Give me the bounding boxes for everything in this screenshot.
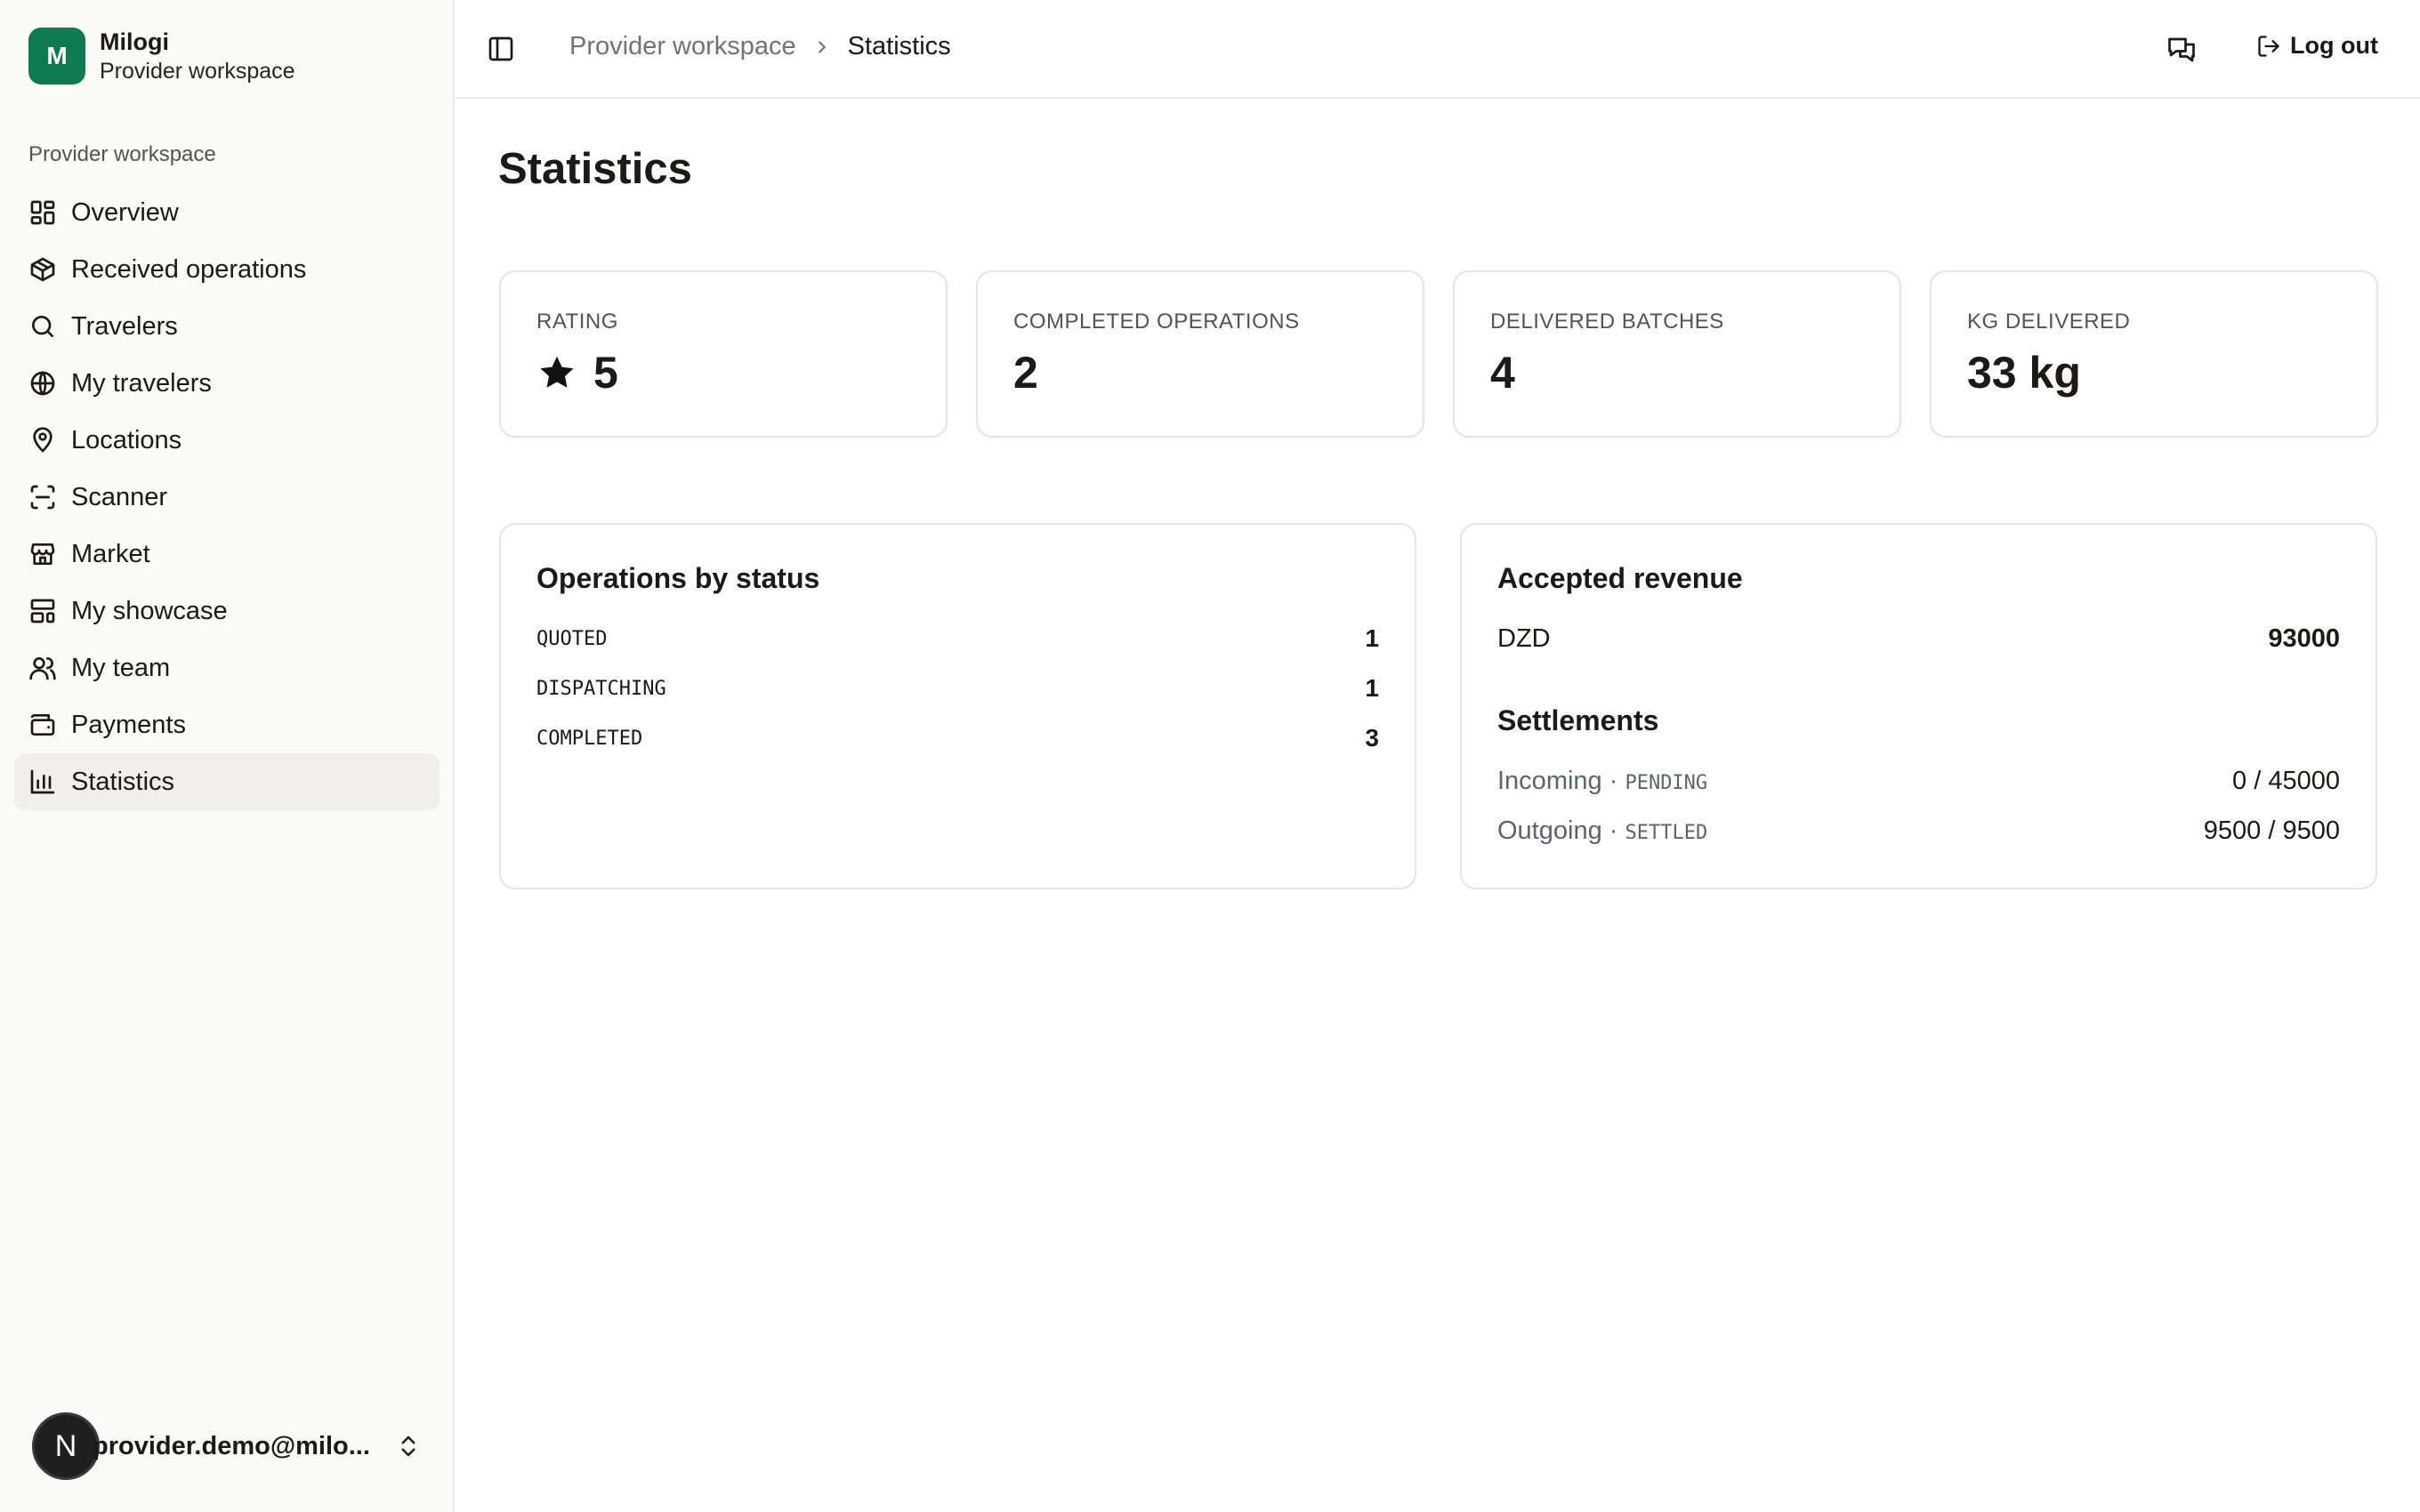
users-icon — [28, 654, 57, 682]
sidebar-item-received-operations[interactable]: Received operations — [14, 241, 440, 298]
settlement-direction: Incoming — [1497, 767, 1602, 795]
stat-label: RATING — [536, 310, 618, 334]
brand-text: Milogi Provider workspace — [100, 27, 295, 85]
sidebar-item-label: Locations — [71, 425, 182, 454]
sidebar-item-label: Payments — [71, 710, 186, 739]
sidebar-item-label: My travelers — [71, 368, 212, 398]
settlement-row: Outgoing · SETTLED 9500 / 9500 — [1497, 816, 2340, 846]
sidebar-item-my-travelers[interactable]: My travelers — [14, 355, 440, 412]
page-title: Statistics — [498, 145, 692, 193]
brand-logo: M — [28, 28, 85, 84]
settlement-value: 0 / 45000 — [2232, 767, 2340, 795]
breadcrumb-current: Statistics — [847, 32, 951, 60]
status-row: QUOTED 1 — [536, 624, 1379, 653]
settlement-state: PENDING — [1625, 772, 1708, 794]
sidebar-item-label: Received operations — [71, 254, 307, 284]
stat-value: 5 — [536, 347, 618, 398]
revenue-row: DZD 93000 — [1497, 624, 2340, 654]
settlement-row: Incoming · PENDING 0 / 45000 — [1497, 767, 2340, 796]
sidebar: M Milogi Provider workspace Provider wor… — [0, 0, 455, 1512]
status-count: 3 — [1365, 724, 1379, 752]
star-icon — [540, 356, 574, 388]
sidebar-item-my-team[interactable]: My team — [14, 639, 440, 696]
scan-icon — [28, 483, 57, 511]
layout-grid-icon — [28, 198, 57, 227]
sidebar-item-travelers[interactable]: Travelers — [14, 298, 440, 355]
breadcrumb-link-workspace[interactable]: Provider workspace — [569, 32, 796, 61]
settlement-value: 9500 / 9500 — [2203, 816, 2340, 845]
revenue-amount: 93000 — [2268, 624, 2340, 653]
user-menu-trigger[interactable]: N provider.demo@milo... — [32, 1411, 432, 1482]
messages-icon[interactable] — [2166, 34, 2198, 66]
stat-label: KG DELIVERED — [1967, 310, 2131, 334]
user-email: provider.demo@milo... — [93, 1431, 370, 1460]
status-name: QUOTED — [536, 627, 608, 650]
log-out-icon — [2258, 35, 2279, 57]
layout-panel-icon — [28, 597, 57, 625]
sidebar-item-payments[interactable]: Payments — [14, 696, 440, 753]
settlement-direction: Outgoing — [1497, 816, 1602, 845]
sidebar-item-locations[interactable]: Locations — [14, 412, 440, 469]
sidebar-toggle-icon[interactable] — [487, 35, 515, 63]
top-bar: Provider workspace Statistics Log out — [456, 0, 2420, 99]
workspace-name: Provider workspace — [100, 59, 295, 84]
logout-label: Log out — [2290, 32, 2378, 59]
globe-icon — [28, 369, 57, 398]
status-row: DISPATCHING 1 — [536, 674, 1379, 703]
panel-title: Operations by status — [536, 562, 820, 594]
status-count: 1 — [1365, 674, 1379, 702]
sidebar-item-overview[interactable]: Overview — [14, 184, 440, 241]
chevrons-up-down-icon — [395, 1433, 422, 1460]
status-count: 1 — [1365, 624, 1379, 652]
wallet-icon — [28, 711, 57, 739]
settlements-title: Settlements — [1497, 704, 1659, 736]
app-name: Milogi — [100, 28, 169, 55]
status-name: COMPLETED — [536, 727, 643, 750]
operations-by-status-panel: Operations by status QUOTED 1 DISPATCHIN… — [499, 523, 1416, 889]
logout-button[interactable]: Log out — [2256, 32, 2378, 60]
sidebar-item-scanner[interactable]: Scanner — [14, 469, 440, 526]
avatar: N — [32, 1412, 100, 1480]
settlement-label: Outgoing · SETTLED — [1497, 816, 1708, 845]
sidebar-item-label: Statistics — [71, 767, 175, 796]
sidebar-item-statistics[interactable]: Statistics — [14, 753, 440, 810]
stat-value: 33 kg — [1967, 348, 2081, 398]
sidebar-nav: Overview Received operations Travelers M… — [14, 184, 440, 810]
stat-label: DELIVERED BATCHES — [1490, 310, 1724, 334]
accepted-revenue-panel: Accepted revenue DZD 93000 Settlements I… — [1460, 523, 2377, 889]
sidebar-item-label: Scanner — [71, 482, 168, 511]
breadcrumb: Provider workspace Statistics — [569, 32, 951, 61]
sidebar-item-label: Overview — [71, 197, 179, 227]
stat-value: 2 — [1013, 348, 1038, 398]
sidebar-item-market[interactable]: Market — [14, 526, 440, 583]
revenue-currency: DZD — [1497, 624, 1551, 653]
stat-card-completed-operations: COMPLETED OPERATIONS 2 — [976, 270, 1424, 438]
chevron-right-icon — [812, 37, 832, 57]
map-pin-icon — [28, 426, 57, 454]
sidebar-item-label: My showcase — [71, 596, 228, 625]
package-icon — [28, 255, 57, 284]
stat-value: 4 — [1490, 348, 1515, 398]
settlement-state: SETTLED — [1625, 822, 1708, 844]
sidebar-item-label: Market — [71, 539, 150, 568]
stat-card-delivered-batches: DELIVERED BATCHES 4 — [1453, 270, 1901, 438]
search-icon — [28, 312, 57, 341]
panel-title: Accepted revenue — [1497, 562, 1743, 594]
bar-chart-icon — [28, 768, 57, 796]
nav-group-label: Provider workspace — [28, 142, 216, 166]
brand-header[interactable]: M Milogi Provider workspace — [28, 27, 295, 85]
stat-label: COMPLETED OPERATIONS — [1013, 310, 1300, 334]
sidebar-item-label: Travelers — [71, 311, 178, 341]
sidebar-item-my-showcase[interactable]: My showcase — [14, 583, 440, 639]
stat-card-rating: RATING 5 — [499, 270, 948, 438]
store-icon — [28, 540, 57, 568]
stat-card-kg-delivered: KG DELIVERED 33 kg — [1930, 270, 2378, 438]
status-row: COMPLETED 3 — [536, 724, 1379, 752]
settlement-label: Incoming · PENDING — [1497, 767, 1708, 795]
status-name: DISPATCHING — [536, 677, 666, 700]
rating-value: 5 — [593, 348, 618, 398]
sidebar-item-label: My team — [71, 653, 171, 682]
